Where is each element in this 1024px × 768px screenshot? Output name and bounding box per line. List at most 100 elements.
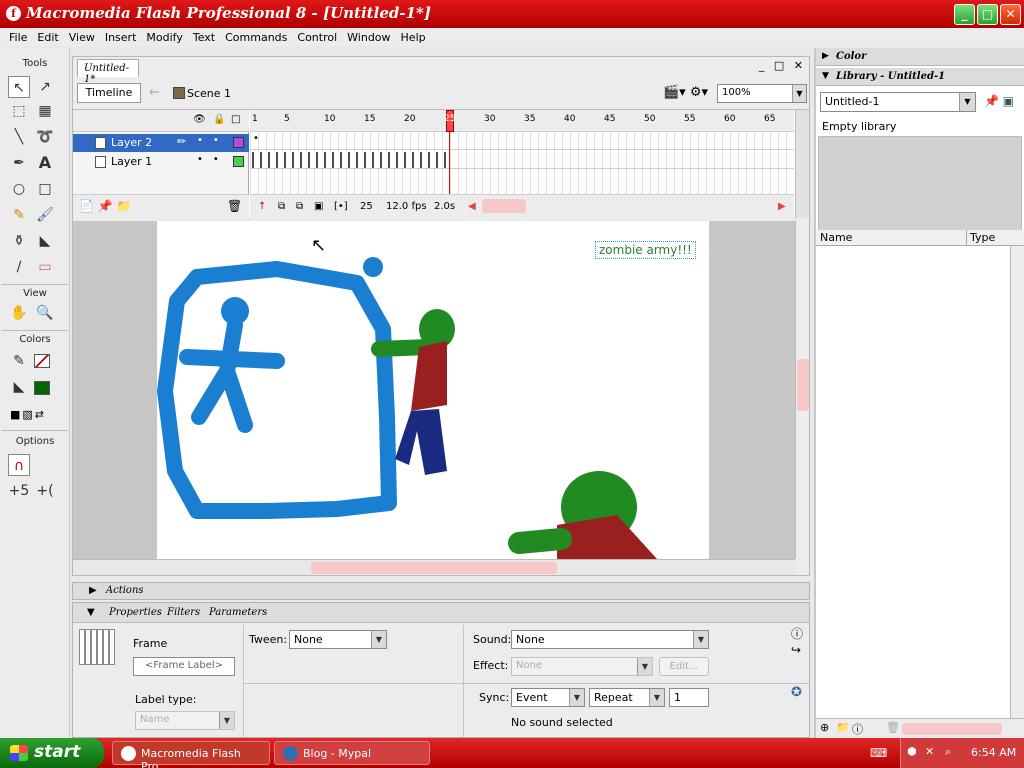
col-name[interactable]: Name [820, 231, 852, 244]
keyframe-dot[interactable]: • [253, 133, 259, 144]
sync-select[interactable]: Event ▼ [511, 688, 585, 707]
menu-help[interactable]: Help [396, 31, 431, 44]
library-select[interactable]: Untitled-1 ▼ [820, 92, 976, 112]
menu-insert[interactable]: Insert [100, 31, 142, 44]
layer-row-2[interactable]: Layer 2 ✏ •• [73, 134, 249, 152]
add-folder-icon[interactable]: 📁 [117, 199, 132, 213]
tab-parameters[interactable]: Parameters [209, 607, 267, 618]
stage-horizontal-scrollbar[interactable] [73, 559, 795, 575]
tray-security-icon[interactable]: ✕ [925, 745, 934, 758]
maximize-button[interactable]: □ [977, 4, 998, 25]
menu-file[interactable]: File [4, 31, 32, 44]
collapse-arrow-icon[interactable]: ▼ [87, 607, 95, 618]
new-symbol-icon[interactable]: ⊕ [820, 721, 829, 734]
tab-filters[interactable]: Filters [167, 607, 200, 618]
line-tool-icon[interactable]: ╲ [8, 126, 30, 148]
back-arrow-icon[interactable]: ← [149, 85, 160, 100]
add-guide-icon[interactable]: 📌 [98, 199, 113, 213]
onion-skin-icon[interactable]: ⧉ [278, 201, 285, 212]
actions-panel-header[interactable]: ▶ Actions [72, 582, 810, 600]
arrow-tool-icon[interactable]: ↖ [8, 76, 30, 98]
minimize-button[interactable]: _ [954, 4, 975, 25]
ink-bottle-tool-icon[interactable]: ⚱ [8, 230, 30, 252]
stage[interactable]: zombie army!!! [157, 221, 709, 559]
layer-visibility-dots[interactable]: •• [197, 154, 229, 165]
oval-tool-icon[interactable]: ○ [8, 178, 30, 200]
library-vertical-scrollbar[interactable] [1010, 246, 1024, 718]
tray-network-icon[interactable]: ⬢ [907, 745, 917, 758]
accessibility-icon[interactable]: ✪ [791, 685, 802, 700]
fill-color-icon[interactable]: ◣ [8, 376, 30, 398]
menu-edit[interactable]: Edit [32, 31, 63, 44]
repeat-count-input[interactable]: 1 [669, 688, 709, 707]
timeline-toggle-button[interactable]: Timeline [77, 83, 141, 103]
free-transform-tool-icon[interactable]: ⬚ [8, 100, 30, 122]
edit-multiple-icon[interactable]: ▣ [314, 201, 323, 212]
task-flash[interactable]: Macromedia Flash Pro... [112, 741, 270, 768]
sound-select[interactable]: None ▼ [511, 630, 709, 649]
straighten-icon[interactable]: +( [34, 480, 56, 502]
task-browser[interactable]: Blog - Mypal [274, 741, 430, 765]
scroll-right-icon[interactable]: ▶ [778, 201, 786, 212]
add-layer-icon[interactable]: 📄 [79, 199, 94, 213]
menu-window[interactable]: Window [342, 31, 395, 44]
layer-row-1[interactable]: Layer 1 •• [73, 153, 249, 171]
stage-pasteboard[interactable]: zombie army!!! ↖ [73, 221, 795, 559]
onion-outline-icon[interactable]: ⧉ [296, 201, 303, 212]
delete-icon[interactable]: 🗑 [886, 721, 900, 734]
layer-visibility-dots[interactable]: •• [197, 135, 229, 146]
pen-tool-icon[interactable]: ✒ [8, 152, 30, 174]
edit-sound-button[interactable]: Edit... [659, 657, 709, 676]
color-panel-header[interactable]: ▶ Color [816, 48, 1024, 66]
layer-color-swatch[interactable] [233, 156, 244, 167]
properties-icon[interactable]: ⓘ [852, 721, 863, 737]
doc-restore-button[interactable]: □ [774, 59, 784, 72]
new-folder-icon[interactable]: 📁 [836, 721, 850, 734]
smooth-icon[interactable]: +5 [8, 480, 30, 502]
frame-grid[interactable]: • [250, 132, 794, 194]
paint-bucket-tool-icon[interactable]: ◣ [34, 230, 56, 252]
snap-magnet-icon[interactable]: ∩ [8, 454, 30, 476]
menu-modify[interactable]: Modify [141, 31, 187, 44]
eye-icon[interactable]: 👁 [193, 114, 206, 125]
zoom-select[interactable]: 100% ▼ [717, 84, 807, 103]
tray-search-icon[interactable]: ⌕ [945, 745, 951, 759]
lasso-tool-icon[interactable]: ➰ [34, 126, 56, 148]
tween-select[interactable]: None ▼ [289, 630, 387, 649]
label-type-select[interactable]: Name ▼ [135, 711, 235, 730]
library-panel-header[interactable]: ▼ Library - Untitled-1 [816, 68, 1024, 86]
menu-control[interactable]: Control [292, 31, 342, 44]
menu-view[interactable]: View [64, 31, 100, 44]
timeline-scroll-thumb[interactable] [482, 199, 526, 213]
eraser-tool-icon[interactable]: ▭ [34, 256, 56, 278]
fill-color-swatch[interactable] [34, 381, 50, 395]
frame-ruler[interactable]: 1 5 10 15 20 25 30 35 40 45 50 55 60 65 [250, 110, 794, 132]
keyboard-icon[interactable]: ⌨ [870, 746, 887, 760]
outline-icon[interactable]: □ [231, 114, 240, 125]
frame-label-input[interactable]: <Frame Label> [133, 657, 235, 676]
subselect-tool-icon[interactable]: ↗ [34, 76, 56, 98]
text-tool-icon[interactable]: A [34, 152, 56, 174]
stroke-color-swatch[interactable] [34, 354, 50, 368]
keyframe-sequence[interactable] [252, 152, 448, 168]
modify-markers-icon[interactable]: [•] [334, 201, 348, 212]
tab-properties[interactable]: Properties [109, 607, 162, 618]
trash-icon[interactable]: 🗑 [227, 199, 242, 213]
doc-close-button[interactable]: ✕ [794, 59, 803, 72]
start-button[interactable]: start [0, 738, 104, 768]
stage-vertical-scrollbar[interactable] [795, 221, 809, 559]
rectangle-tool-icon[interactable]: □ [34, 178, 56, 200]
scene-label[interactable]: Scene 1 [187, 87, 231, 100]
edit-in-place-icon[interactable]: ↪ [791, 643, 801, 657]
edit-scene-symbol-icons[interactable]: 🎬▾ ⚙▾ [663, 85, 708, 100]
vertical-scroll-thumb[interactable] [797, 359, 809, 411]
layer-color-swatch[interactable] [233, 137, 244, 148]
eyedropper-tool-icon[interactable]: ∕ [8, 256, 30, 278]
doc-minimize-button[interactable]: _ [759, 59, 765, 72]
fill-transform-tool-icon[interactable]: ▦ [34, 100, 56, 122]
stage-text-zombie-army[interactable]: zombie army!!! [595, 241, 696, 259]
hand-tool-icon[interactable]: ✋ [8, 302, 30, 324]
center-frame-icon[interactable]: ↑ [258, 201, 266, 212]
close-button[interactable]: ✕ [1000, 4, 1021, 25]
frame-area[interactable]: 1 5 10 15 20 25 30 35 40 45 50 55 60 65 … [250, 110, 794, 218]
